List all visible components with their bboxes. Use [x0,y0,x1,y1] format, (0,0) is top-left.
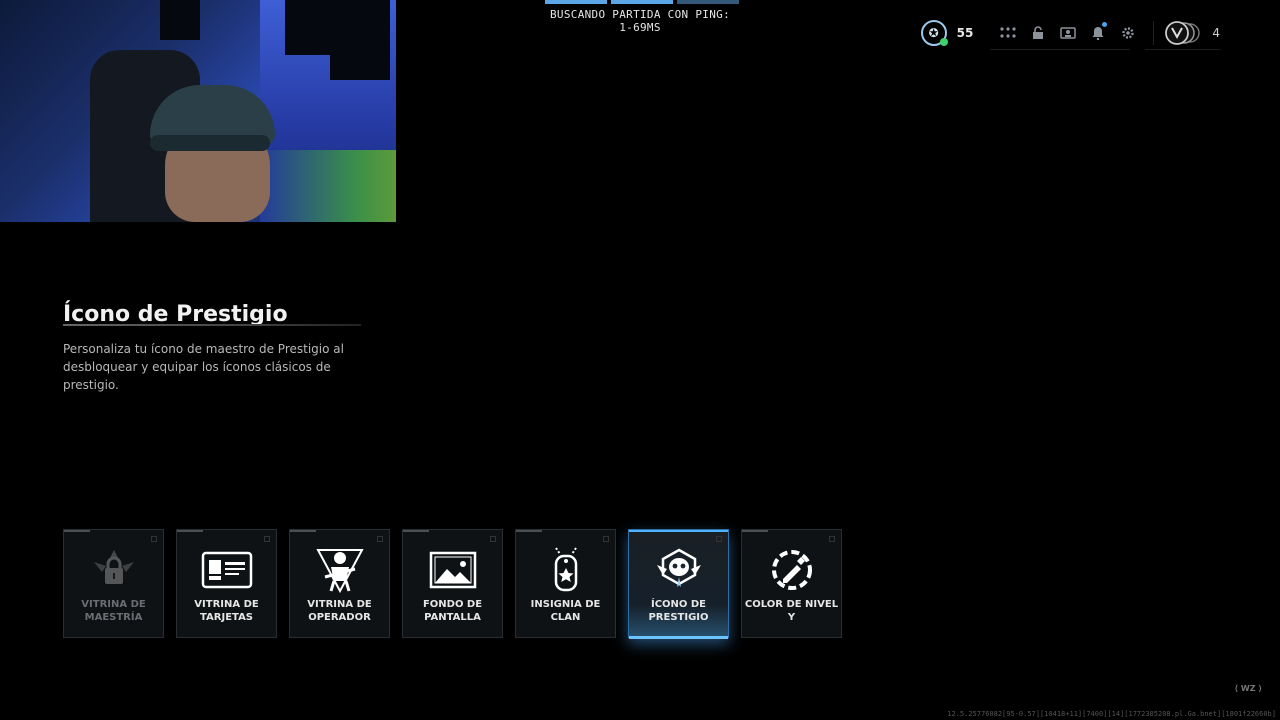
tile-label: FONDO DE PANTALLA [422,599,483,623]
tile-label: COLOR DE NIVEL Y [744,599,839,623]
lock-open-icon[interactable] [1023,18,1053,48]
prestige-emblem-icon[interactable] [1164,20,1202,46]
topbar-separator [1153,21,1155,45]
id-card-icon[interactable] [1053,18,1083,48]
gear-icon[interactable] [1113,18,1143,48]
lock-badge-icon [84,548,144,592]
tile-vitrina-maestria[interactable]: VITRINA DE MAESTRÍA [63,529,164,638]
party-grid-icon[interactable] [993,18,1023,48]
match-search-status: BUSCANDO PARTIDA CON PING: 1-69MS [550,8,730,34]
webcam-blanket [260,150,396,222]
title-underline [63,324,361,326]
prestige-skull-icon [649,548,709,592]
tile-label: VITRINA DE TARJETAS [194,599,259,623]
tile-label: ÍCONO DE PRESTIGIO [648,599,709,623]
tile-color-nivel[interactable]: COLOR DE NIVEL Y [741,529,842,638]
rank-emblem-icon: ✪ [928,26,939,40]
tile-corner-mark [264,536,270,542]
tile-corner-mark [151,536,157,542]
tile-corner-mark [490,536,496,542]
tile-corner-mark [716,536,722,542]
player-rank-icon[interactable]: ✪ [920,20,948,46]
webcam-poster [285,0,330,55]
notification-dot-icon [1102,22,1108,27]
page-description: Personaliza tu ícono de maestro de Prest… [63,342,344,392]
webcam-overlay [0,0,396,222]
dogtag-icon [536,547,596,592]
search-progress [545,0,739,4]
color-dropper-icon [762,548,822,592]
soldier-icon [310,548,370,593]
tile-corner-mark [377,536,383,542]
landscape-icon [423,548,483,592]
tile-icono-prestigio[interactable]: ÍCONO DE PRESTIGIO [628,529,729,639]
tile-corner-mark [603,536,609,542]
webcam-poster [330,0,390,80]
tile-label: VITRINA DE MAESTRÍA [81,599,146,623]
tile-fondo-pantalla[interactable]: FONDO DE PANTALLA [402,529,503,638]
tile-label: INSIGNIA DE CLAN [530,599,601,623]
player-level: 55 [956,26,974,40]
tile-vitrina-operador[interactable]: VITRINA DE OPERADOR [289,529,390,638]
prestige-count: 4 [1212,26,1220,40]
build-info: 12.5.25776082[95-0.57][10418+11][7400][1… [947,710,1276,718]
tile-top-bar [290,530,316,532]
tile-top-bar [177,530,203,532]
tile-top-bar [742,530,768,532]
webcam-poster [160,0,200,40]
id-card-icon [197,548,257,592]
tile-insignia-clan[interactable]: INSIGNIA DE CLAN [515,529,616,638]
tile-vitrina-tarjetas[interactable]: VITRINA DE TARJETAS [176,529,277,638]
tile-top-bar [403,530,429,532]
online-status-icon [939,38,948,46]
warzone-logo: ⟨ WZ ⟩ [1234,684,1262,693]
topbar: ✪ 55 4 [920,16,1220,50]
tile-top-bar [64,530,90,532]
tile-corner-mark [829,536,835,542]
customization-tiles: VITRINA DE MAESTRÍA VITRINA DE TARJETAS [63,529,842,639]
tile-top-bar [516,530,542,532]
webcam-cap-brim [150,135,270,151]
tile-label: VITRINA DE OPERADOR [307,599,372,623]
tile-top-bar [629,530,728,532]
bell-icon[interactable] [1083,18,1113,48]
